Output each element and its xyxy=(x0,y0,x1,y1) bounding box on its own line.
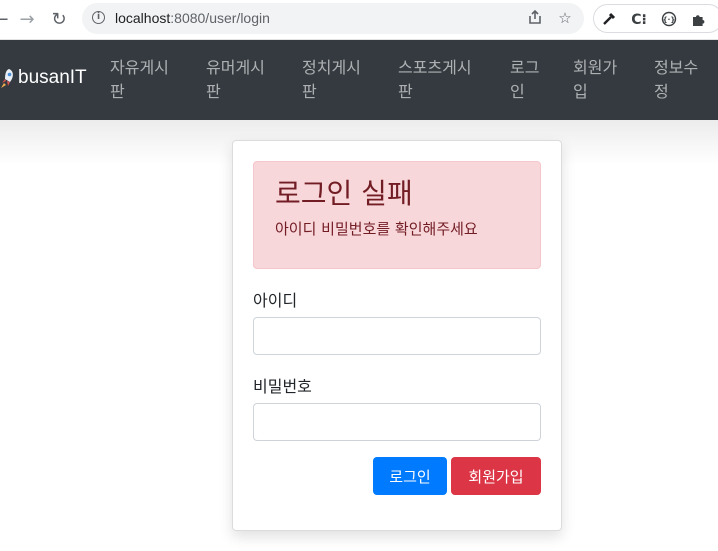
nav-politics-board[interactable]: 정치게시 판 xyxy=(302,56,361,104)
error-alert: 로그인 실패 아이디 비밀번호를 확인해주세요 xyxy=(253,161,541,269)
nav-humor-board[interactable]: 유머게시 판 xyxy=(206,56,265,104)
navbar-brand[interactable]: busanIT xyxy=(0,67,87,89)
signup-button[interactable]: 회원가입 xyxy=(451,457,541,495)
rocket-icon xyxy=(0,67,16,89)
address-bar[interactable]: i localhost:8080/user/login ☆ xyxy=(82,3,584,34)
login-button[interactable]: 로그인 xyxy=(373,457,447,495)
forward-arrow-icon[interactable]: → xyxy=(14,6,40,32)
password-input[interactable] xyxy=(253,403,541,441)
nav-sports-board[interactable]: 스포츠게시 판 xyxy=(398,56,472,104)
navbar: busanIT 자유게시 판 유머게시 판 정치게시 판 스포츠게시 판 로그 … xyxy=(0,40,718,120)
puzzle-icon[interactable] xyxy=(690,11,708,29)
url-path: :8080/user/login xyxy=(170,10,270,26)
nav-login[interactable]: 로그 인 xyxy=(510,56,539,104)
info-icon[interactable]: i xyxy=(92,11,105,24)
alert-message: 아이디 비밀번호를 확인해주세요 xyxy=(275,220,478,238)
nav-edit-profile[interactable]: 정보수 정 xyxy=(654,56,698,104)
back-arrow-icon[interactable]: ← xyxy=(0,6,14,32)
eyedropper-icon[interactable] xyxy=(600,11,618,29)
password-label: 비밀번호 xyxy=(253,377,312,396)
brand-name: busanIT xyxy=(18,67,87,88)
extensions-area: C⁝ {·} xyxy=(593,4,718,33)
reload-icon[interactable]: ↻ xyxy=(46,6,72,32)
url-host: localhost xyxy=(115,10,171,26)
browser-toolbar: ← → ↻ i localhost:8080/user/login ☆ C⁝ {… xyxy=(0,0,718,40)
svg-text:{·}: {·} xyxy=(663,16,676,24)
share-icon[interactable] xyxy=(526,9,544,27)
nav-free-board[interactable]: 자유게시 판 xyxy=(110,56,169,104)
address-url[interactable]: localhost:8080/user/login xyxy=(115,10,270,26)
star-icon[interactable]: ☆ xyxy=(556,9,574,27)
dev-tools-icon[interactable]: {·} xyxy=(660,11,678,29)
login-card: 로그인 실패 아이디 비밀번호를 확인해주세요 아이디 비밀번호 로그인 회원가… xyxy=(232,140,562,531)
username-input[interactable] xyxy=(253,317,541,355)
username-label: 아이디 xyxy=(253,291,298,310)
nav-signup[interactable]: 회원가 입 xyxy=(573,56,617,104)
c-extension-icon[interactable]: C⁝ xyxy=(630,11,648,29)
alert-title: 로그인 실패 xyxy=(275,177,413,210)
